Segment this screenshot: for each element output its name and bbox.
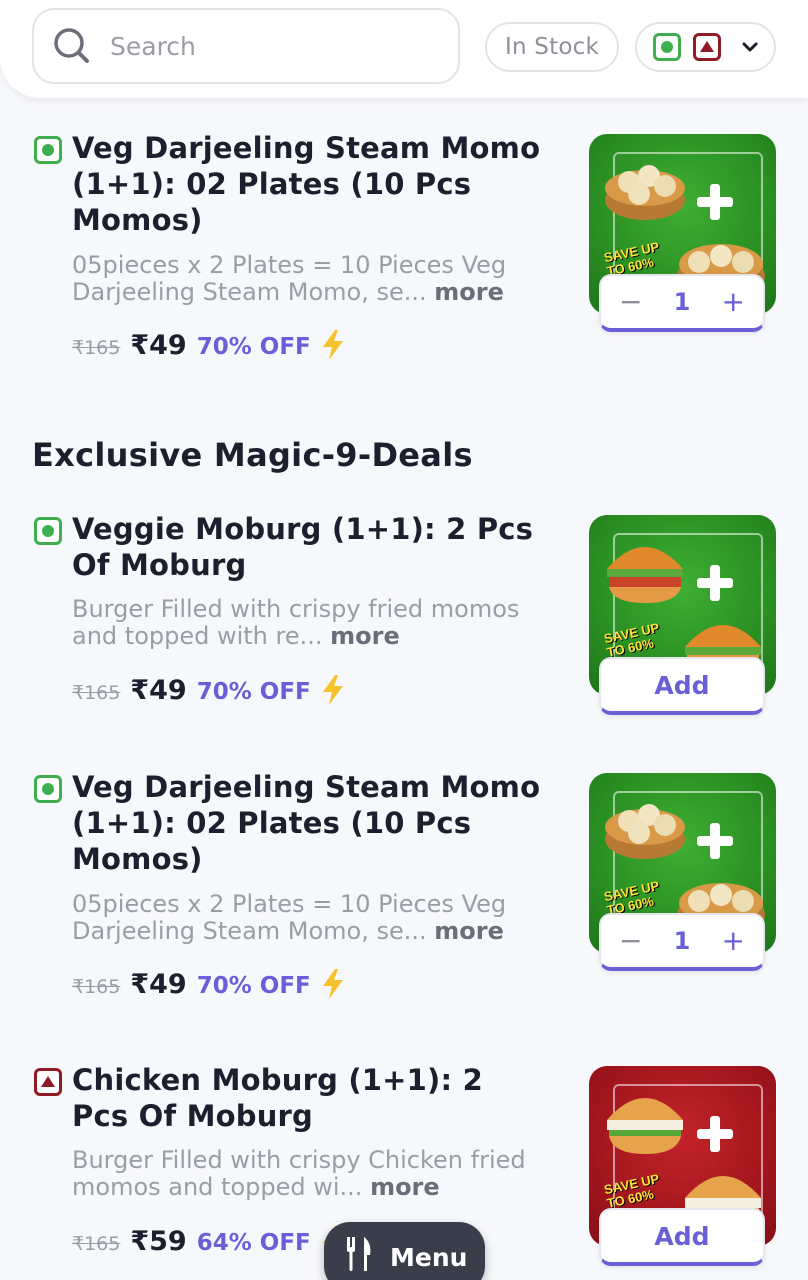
discount-label: 64% OFF xyxy=(196,1230,311,1256)
discount-label: 70% OFF xyxy=(196,334,311,360)
top-bar: In Stock xyxy=(0,0,808,98)
old-price: ₹165 xyxy=(72,337,121,359)
price-row: ₹165 ₹49 70% OFF xyxy=(72,330,345,364)
item-title: Veg Darjeeling Steam Momo (1+1): 02 Plat… xyxy=(72,131,541,237)
nonveg-icon xyxy=(34,1068,62,1096)
more-link[interactable]: more xyxy=(330,622,400,650)
nonveg-icon xyxy=(693,33,721,61)
price: ₹59 xyxy=(130,1226,187,1257)
item-description: 05pieces x 2 Plates = 10 Pieces Veg Darj… xyxy=(72,890,507,945)
item-description: 05pieces x 2 Plates = 10 Pieces Veg Darj… xyxy=(72,251,507,306)
bolt-icon xyxy=(321,969,345,1003)
price: ₹49 xyxy=(130,675,187,706)
decrement-button[interactable]: − xyxy=(619,927,642,955)
price-row: ₹165 ₹59 64% OFF xyxy=(72,1226,345,1260)
bolt-icon xyxy=(321,675,345,709)
fork-knife-icon xyxy=(346,1237,372,1277)
quantity-value: 1 xyxy=(673,288,691,316)
item-title: Veg Darjeeling Steam Momo (1+1): 02 Plat… xyxy=(72,770,541,876)
veg-icon xyxy=(34,136,62,164)
more-link[interactable]: more xyxy=(370,1173,440,1201)
decrement-button[interactable]: − xyxy=(619,288,642,316)
in-stock-label: In Stock xyxy=(505,34,599,60)
price-row: ₹165 ₹49 70% OFF xyxy=(72,969,345,1003)
quantity-stepper[interactable]: − 1 + xyxy=(599,274,765,332)
quantity-value: 1 xyxy=(673,927,691,955)
menu-label: Menu xyxy=(390,1242,468,1272)
veg-icon xyxy=(653,33,681,61)
item-description: Burger Filled with crispy Chicken fried … xyxy=(72,1146,526,1201)
more-link[interactable]: more xyxy=(434,278,504,306)
item-description: Burger Filled with crispy fried momos an… xyxy=(72,595,520,650)
old-price: ₹165 xyxy=(72,976,121,998)
add-button[interactable]: Add xyxy=(599,657,765,715)
quantity-stepper[interactable]: − 1 + xyxy=(599,913,765,971)
bolt-icon xyxy=(321,330,345,364)
section-title: Exclusive Magic-9-Deals xyxy=(32,436,473,474)
add-button[interactable]: Add xyxy=(599,1208,765,1266)
chevron-down-icon xyxy=(741,38,759,57)
increment-button[interactable]: + xyxy=(722,288,745,316)
more-link[interactable]: more xyxy=(434,917,504,945)
discount-label: 70% OFF xyxy=(196,973,311,999)
increment-button[interactable]: + xyxy=(722,927,745,955)
item-title: Veggie Moburg (1+1): 2 Pcs Of Moburg xyxy=(72,512,534,582)
old-price: ₹165 xyxy=(72,1233,121,1255)
price: ₹49 xyxy=(130,330,187,361)
price-row: ₹165 ₹49 70% OFF xyxy=(72,675,345,709)
diet-filter-dropdown[interactable] xyxy=(635,22,776,72)
search-box[interactable] xyxy=(32,8,460,84)
veg-icon xyxy=(34,517,62,545)
search-icon xyxy=(52,26,92,66)
search-input[interactable] xyxy=(110,31,430,61)
veg-icon xyxy=(34,775,62,803)
menu-button[interactable]: Menu xyxy=(324,1222,485,1280)
in-stock-filter-chip[interactable]: In Stock xyxy=(485,22,619,72)
discount-label: 70% OFF xyxy=(196,679,311,705)
item-title: Chicken Moburg (1+1): 2 Pcs Of Moburg xyxy=(72,1063,483,1133)
old-price: ₹165 xyxy=(72,682,121,704)
price: ₹49 xyxy=(130,969,187,1000)
